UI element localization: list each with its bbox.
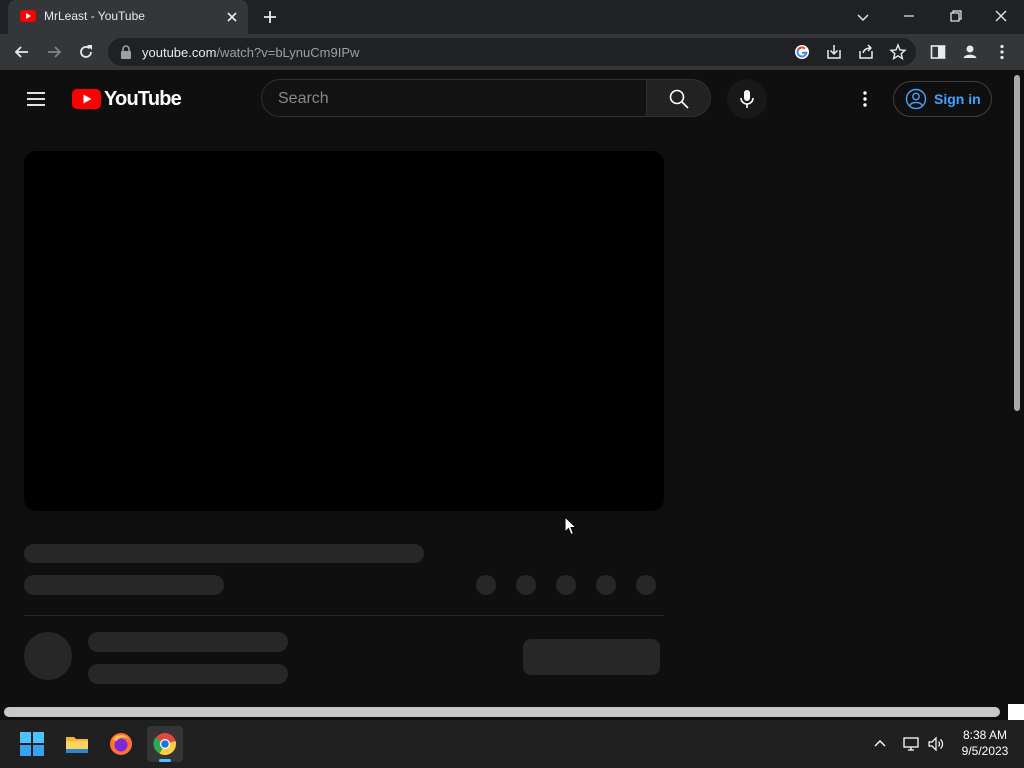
- youtube-favicon-icon: [20, 10, 36, 22]
- tab-title: MrLeast - YouTube: [44, 9, 145, 23]
- close-window-icon[interactable]: [989, 5, 1013, 27]
- tab-search-chevron-icon[interactable]: [855, 9, 871, 25]
- horizontal-scrollbar[interactable]: [0, 704, 1024, 720]
- subscribe-button-placeholder: [523, 639, 660, 675]
- file-explorer-button[interactable]: [59, 726, 95, 762]
- action-placeholder: [556, 575, 576, 595]
- network-icon[interactable]: [902, 735, 920, 753]
- clock-time: 8:38 AM: [962, 728, 1008, 742]
- youtube-watch-page: YouTube Sign in: [0, 70, 1012, 704]
- profile-icon[interactable]: [960, 42, 980, 62]
- restore-window-icon[interactable]: [943, 5, 967, 27]
- install-app-icon[interactable]: [824, 42, 844, 62]
- lock-icon[interactable]: [120, 45, 132, 59]
- title-placeholder: [24, 544, 424, 563]
- sign-in-button[interactable]: Sign in: [893, 81, 992, 117]
- start-button[interactable]: [14, 726, 50, 762]
- divider: [24, 615, 664, 616]
- back-arrow-icon[interactable]: [12, 42, 32, 62]
- show-hidden-icons-chevron-icon[interactable]: [872, 736, 888, 752]
- youtube-play-logo-icon: [72, 89, 101, 109]
- vertical-scrollbar-thumb[interactable]: [1014, 75, 1020, 411]
- youtube-wordmark: YouTube: [104, 87, 182, 110]
- search-button[interactable]: [647, 79, 711, 117]
- chrome-icon: [153, 733, 176, 756]
- horizontal-scrollbar-thumb[interactable]: [4, 707, 1000, 717]
- file-explorer-icon: [66, 737, 88, 753]
- clock-date: 9/5/2023: [961, 744, 1009, 758]
- browser-toolbar: youtube.com/watch?v=bLynuCm9IPw: [0, 34, 1024, 70]
- side-panel-icon[interactable]: [928, 42, 948, 62]
- firefox-icon: [110, 733, 132, 755]
- share-icon[interactable]: [856, 42, 876, 62]
- url-text[interactable]: youtube.com/watch?v=bLynuCm9IPw: [142, 45, 359, 60]
- scrollbar-corner: [1008, 704, 1024, 720]
- channel-avatar-placeholder: [24, 632, 72, 680]
- voice-search-button[interactable]: [727, 79, 767, 119]
- forward-arrow-icon[interactable]: [44, 42, 64, 62]
- browser-tab-active[interactable]: MrLeast - YouTube: [8, 0, 248, 34]
- close-tab-icon[interactable]: [224, 9, 240, 25]
- action-placeholder: [596, 575, 616, 595]
- volume-icon[interactable]: [927, 735, 945, 753]
- running-app-indicator: [159, 759, 171, 762]
- youtube-logo[interactable]: YouTube: [72, 86, 182, 112]
- microphone-icon: [740, 90, 754, 108]
- hamburger-menu-icon[interactable]: [24, 87, 48, 111]
- taskbar: [0, 720, 1024, 768]
- mouse-cursor-icon: [564, 516, 578, 536]
- video-player[interactable]: [24, 151, 664, 511]
- search-box[interactable]: [261, 79, 647, 117]
- action-placeholder: [476, 575, 496, 595]
- action-placeholder: [516, 575, 536, 595]
- windows-start-icon: [20, 732, 44, 756]
- search-icon: [669, 89, 689, 109]
- new-tab-icon[interactable]: [262, 9, 278, 25]
- chrome-menu-icon[interactable]: [992, 42, 1012, 62]
- firefox-button[interactable]: [103, 726, 139, 762]
- system-clock[interactable]: 8:38 AM 9/5/2023: [952, 727, 1018, 759]
- chrome-button[interactable]: [147, 726, 183, 762]
- sign-in-label: Sign in: [934, 91, 981, 107]
- channel-subs-placeholder: [88, 664, 288, 684]
- reload-icon[interactable]: [76, 42, 96, 62]
- channel-name-placeholder: [88, 632, 288, 652]
- browser-tab-strip: MrLeast - YouTube: [0, 0, 1024, 34]
- search-input[interactable]: [278, 89, 618, 109]
- settings-more-vertical-icon[interactable]: [853, 87, 877, 111]
- action-placeholder: [636, 575, 656, 595]
- subtitle-placeholder: [24, 575, 224, 595]
- bookmark-star-icon[interactable]: [888, 42, 908, 62]
- account-circle-icon: [905, 88, 927, 110]
- google-lens-icon[interactable]: [792, 42, 812, 62]
- minimize-window-icon[interactable]: [897, 5, 921, 27]
